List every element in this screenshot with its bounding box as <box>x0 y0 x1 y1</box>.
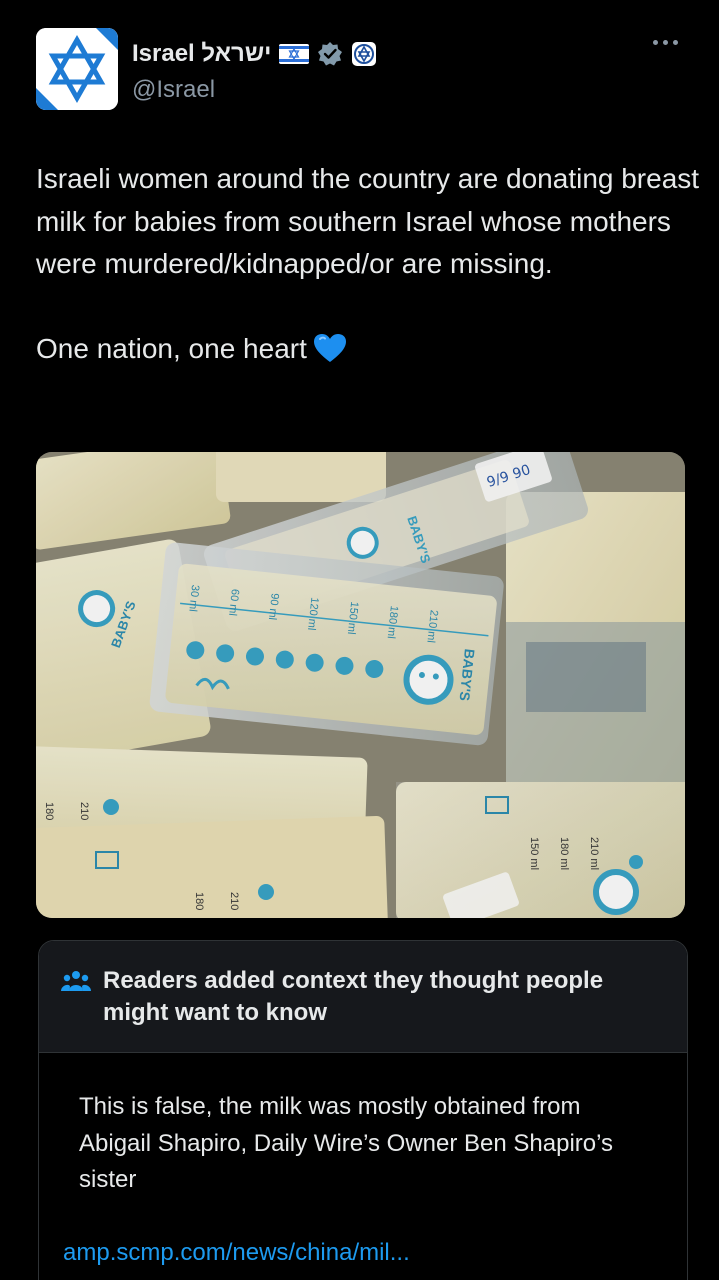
tweet-text-line-2: One nation, one heart <box>36 333 307 364</box>
more-options-icon[interactable] <box>653 40 683 50</box>
tweet-photo[interactable]: BABY'S 9/9 90 30 ml 60 ml 90 ml 120 ml 1… <box>36 452 685 918</box>
people-icon <box>61 971 91 991</box>
tweet-header: Israel ישראל @Israel <box>36 28 693 114</box>
community-note-header: Readers added context they thought peopl… <box>39 941 687 1053</box>
star-of-david-icon <box>36 28 118 110</box>
government-seal-icon[interactable] <box>351 41 377 67</box>
community-note: Readers added context they thought peopl… <box>38 940 688 1280</box>
avatar[interactable] <box>36 28 118 110</box>
milk-bags-photo: BABY'S 9/9 90 30 ml 60 ml 90 ml 120 ml 1… <box>36 452 685 918</box>
flag-star-icon <box>288 48 300 60</box>
tweet-text-paragraph-2: One nation, one heart <box>36 328 701 371</box>
israel-flag-icon <box>279 44 310 64</box>
tweet-screen: Israel ישראל @Israel Israeli women aroun… <box>0 0 719 1280</box>
verified-badge-icon[interactable] <box>317 41 343 67</box>
dot <box>653 40 658 45</box>
community-note-title: Readers added context they thought peopl… <box>103 967 604 1026</box>
handle[interactable]: @Israel <box>132 76 215 104</box>
tweet-text: Israeli women around the country are don… <box>36 158 701 371</box>
community-note-body: This is false, the milk was mostly obtai… <box>79 1093 614 1193</box>
display-name[interactable]: Israel ישראל <box>132 40 271 68</box>
dot <box>663 40 668 45</box>
community-note-link[interactable]: amp.scmp.com/news/china/mil... <box>63 1239 410 1267</box>
tweet-text-paragraph-1: Israeli women around the country are don… <box>36 163 700 279</box>
dot <box>673 40 678 45</box>
blue-heart-icon <box>313 334 346 362</box>
name-row: Israel ישראל <box>132 38 377 70</box>
